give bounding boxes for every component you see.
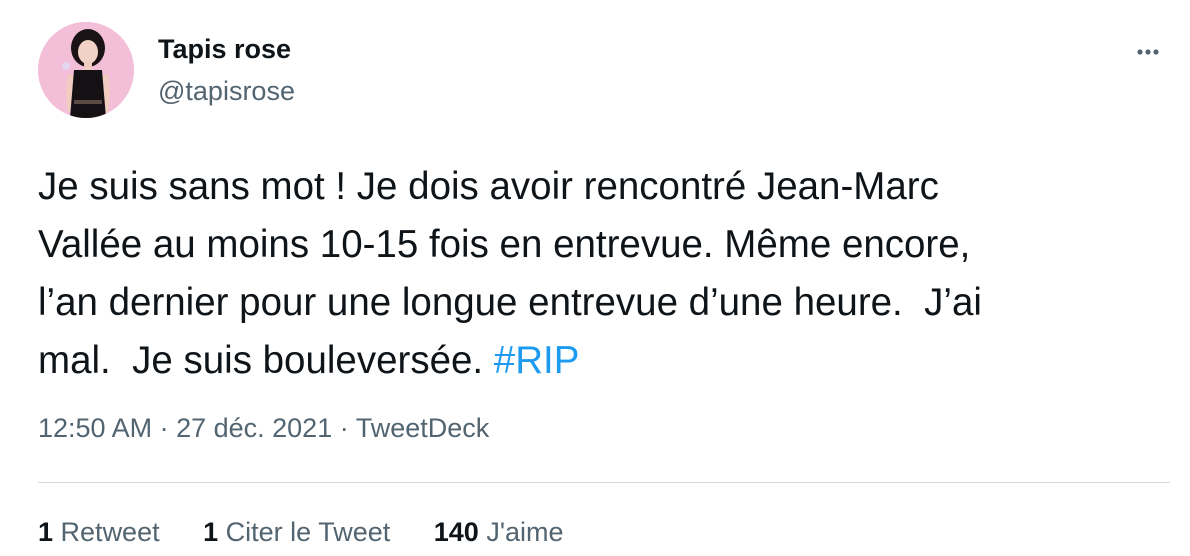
- timestamp-time[interactable]: 12:50 AM: [38, 413, 152, 443]
- hashtag-link[interactable]: #RIP: [494, 339, 580, 382]
- timestamp-date[interactable]: 27 déc. 2021: [176, 413, 332, 443]
- tweet-source[interactable]: TweetDeck: [356, 413, 490, 443]
- quote-tweets-stat[interactable]: 1 Citer le Tweet: [203, 514, 390, 550]
- tweet-text: Je suis sans mot ! Je dois avoir rencont…: [38, 158, 1168, 390]
- more-horizontal-icon: [1137, 49, 1159, 55]
- display-name[interactable]: Tapis rose: [158, 33, 291, 65]
- tweet-card: Tapis rose @tapisrose Je suis sans mot !…: [0, 0, 1190, 556]
- retweets-count: 1: [38, 517, 54, 547]
- meta-separator: ·: [152, 413, 177, 443]
- profile-photo-avatar: [38, 22, 134, 118]
- likes-count: 140: [433, 517, 479, 547]
- tweet-metadata: 12:50 AM · 27 déc. 2021 · TweetDeck: [38, 410, 489, 446]
- user-handle[interactable]: @tapisrose: [158, 75, 295, 107]
- tweet-stats: 1 Retweet 1 Citer le Tweet 140 J'aime: [38, 514, 600, 550]
- avatar[interactable]: [38, 22, 134, 118]
- more-options-button[interactable]: [1128, 32, 1168, 72]
- quotes-label: Citer le Tweet: [225, 517, 391, 547]
- retweets-label: Retweet: [60, 517, 160, 547]
- quotes-count: 1: [203, 517, 219, 547]
- retweets-stat[interactable]: 1 Retweet: [38, 514, 160, 550]
- likes-label: J'aime: [486, 517, 564, 547]
- likes-stat[interactable]: 140 J'aime: [434, 514, 564, 550]
- divider: [38, 482, 1170, 483]
- meta-separator: ·: [332, 413, 356, 443]
